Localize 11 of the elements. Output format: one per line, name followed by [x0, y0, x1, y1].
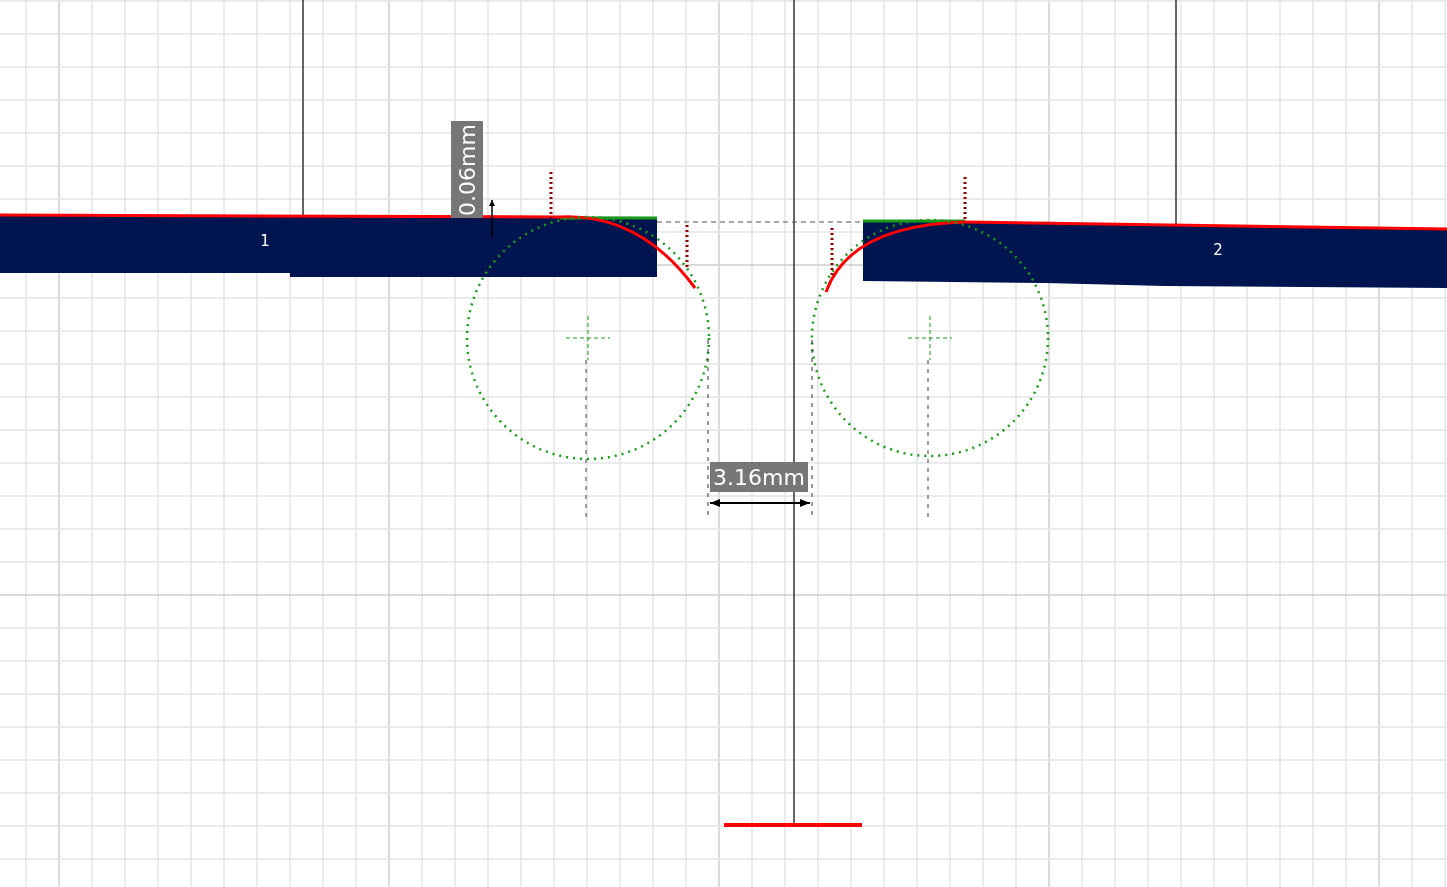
dimension-label: 0.06mm [451, 121, 483, 218]
center-mark [907, 315, 953, 361]
part-label: 1 [260, 232, 270, 250]
dimension-arrow [489, 199, 495, 239]
tangent-marker [963, 177, 967, 222]
tangent-marker [830, 228, 834, 275]
tangent-marker [685, 225, 689, 270]
dimension-label: 3.16mm [710, 462, 808, 492]
part-label: 2 [1213, 241, 1223, 259]
tangent-marker [549, 172, 553, 218]
center-mark [565, 315, 611, 361]
